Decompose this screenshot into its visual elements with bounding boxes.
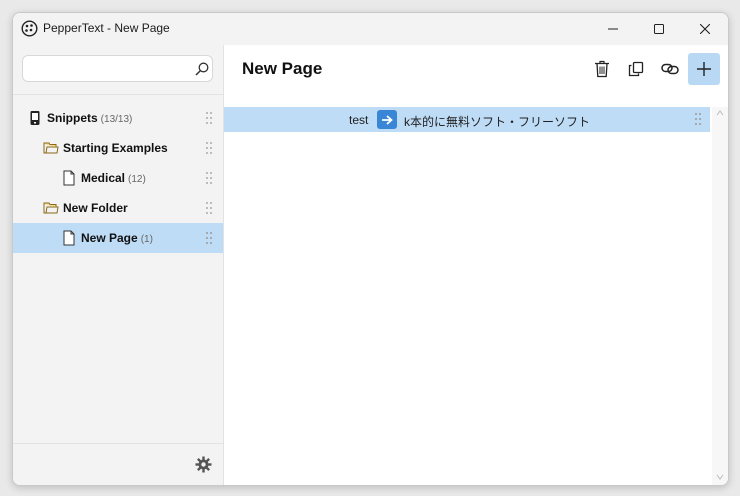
sidebar-divider — [13, 94, 223, 95]
page-icon — [63, 170, 75, 186]
entry-arrow-badge — [377, 110, 397, 129]
folder-icon — [43, 142, 59, 154]
drag-handle-icon[interactable] — [205, 111, 213, 125]
page-title: New Page — [242, 59, 323, 78]
tree-item-new-folder[interactable]: New Folder — [13, 193, 223, 223]
drag-handle-icon[interactable] — [205, 141, 213, 155]
folder-icon — [43, 202, 59, 214]
link-icon — [661, 63, 679, 75]
plus-icon — [697, 62, 711, 76]
phone-icon — [30, 111, 40, 125]
maximize-button[interactable] — [636, 13, 682, 45]
sidebar: Snippets (13/13) Starting Examples Medica… — [13, 45, 224, 485]
window-title: PepperText - New Page — [43, 21, 170, 35]
entry-text: k本的に無料ソフト・フリーソフト — [404, 115, 591, 129]
tree-item-new-page[interactable]: New Page (1) — [13, 223, 223, 253]
tree-item-label: Starting Examples — [63, 141, 168, 155]
vertical-scrollbar[interactable] — [712, 107, 728, 485]
search-input[interactable] — [29, 60, 193, 79]
minimize-button[interactable] — [590, 13, 636, 45]
arrow-right-icon — [382, 114, 393, 125]
maximize-icon — [654, 24, 664, 34]
main-panel: New Page test k本的に無料ソフト・フリーソフト — [224, 45, 728, 485]
title-bar[interactable]: PepperText - New Page — [13, 13, 728, 45]
duplicate-button[interactable] — [620, 53, 652, 85]
copy-icon — [628, 61, 644, 77]
drag-handle-icon[interactable] — [694, 112, 702, 126]
tree-item-starting-examples[interactable]: Starting Examples — [13, 133, 223, 163]
search-icon[interactable] — [195, 62, 209, 76]
drag-handle-icon[interactable] — [205, 171, 213, 185]
tree-item-label: New Folder — [63, 201, 128, 215]
tree-item-label: New Page (1) — [81, 231, 153, 245]
scroll-down-arrow-icon[interactable] — [716, 473, 724, 481]
page-icon — [63, 230, 75, 246]
close-button[interactable] — [682, 13, 728, 45]
add-entry-button[interactable] — [688, 53, 720, 85]
search-box[interactable] — [22, 55, 213, 82]
link-button[interactable] — [654, 53, 686, 85]
close-icon — [700, 24, 710, 34]
minimize-icon — [608, 28, 618, 30]
entry-row[interactable]: test k本的に無料ソフト・フリーソフト — [224, 107, 710, 132]
app-window: PepperText - New Page Snippets (13/13) S… — [12, 12, 729, 486]
drag-handle-icon[interactable] — [205, 231, 213, 245]
sidebar-footer-divider — [13, 443, 223, 444]
tree-item-medical[interactable]: Medical (12) — [13, 163, 223, 193]
delete-button[interactable] — [586, 53, 618, 85]
tree-item-label: Medical (12) — [81, 171, 146, 185]
entry-trigger: test — [349, 113, 369, 127]
pepper-app-icon — [21, 20, 38, 37]
scroll-up-arrow-icon[interactable] — [716, 109, 724, 117]
gear-icon[interactable] — [195, 456, 212, 473]
trash-icon — [595, 60, 609, 78]
tree-item-label: Snippets (13/13) — [47, 111, 133, 125]
drag-handle-icon[interactable] — [205, 201, 213, 215]
tree-item-snippets[interactable]: Snippets (13/13) — [13, 103, 223, 133]
